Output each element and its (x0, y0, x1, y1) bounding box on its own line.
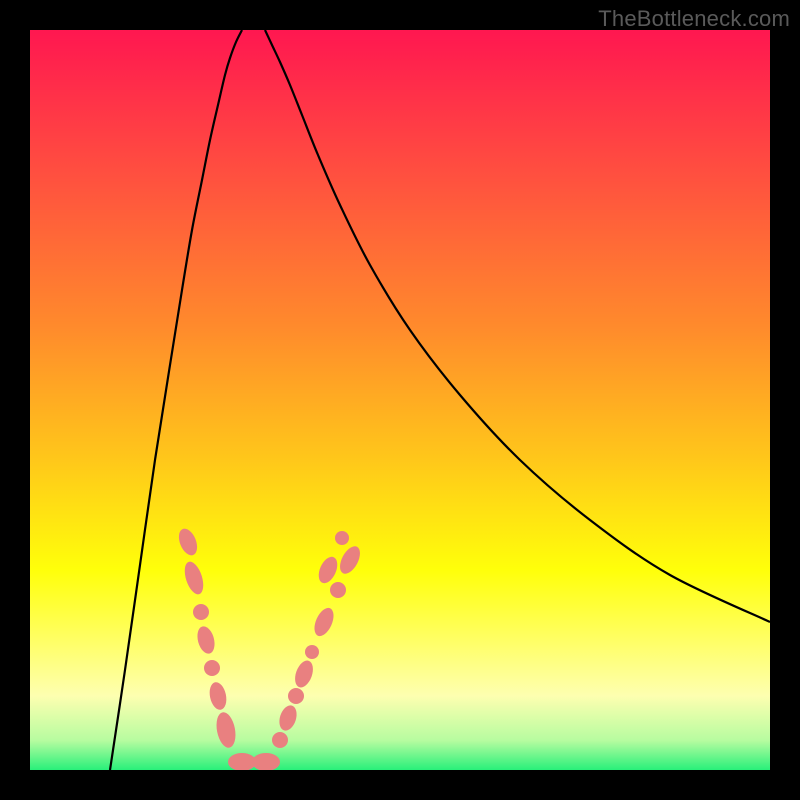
data-marker (204, 660, 220, 676)
data-marker (252, 753, 280, 770)
data-marker (181, 559, 207, 596)
data-marker (195, 624, 218, 655)
markers (175, 526, 364, 770)
chart-frame: TheBottleneck.com (0, 0, 800, 800)
data-marker (288, 688, 304, 704)
data-marker (335, 531, 349, 545)
plot-area (30, 30, 770, 770)
data-marker (207, 681, 228, 712)
data-marker (336, 543, 364, 577)
data-marker (311, 605, 338, 639)
data-marker (272, 732, 288, 748)
data-marker (315, 554, 341, 586)
data-marker (193, 604, 209, 620)
watermark-text: TheBottleneck.com (598, 6, 790, 32)
data-marker (330, 582, 346, 598)
data-marker (292, 658, 317, 690)
left-curve (110, 30, 242, 770)
data-marker (175, 526, 200, 558)
data-marker (276, 703, 299, 733)
data-marker (305, 645, 319, 659)
data-marker (228, 753, 256, 770)
chart-svg (30, 30, 770, 770)
data-marker (214, 711, 239, 750)
